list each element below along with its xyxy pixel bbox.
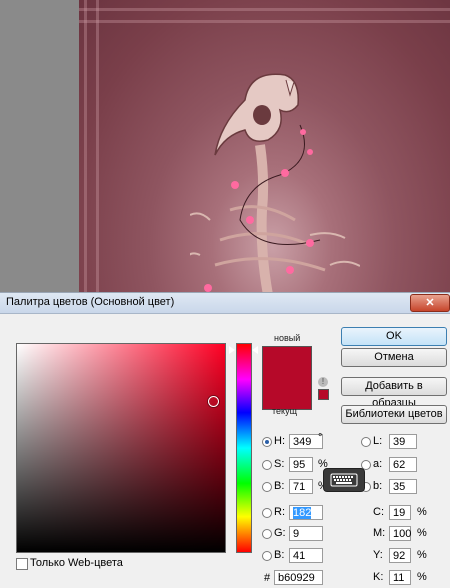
s-field[interactable]: 95 <box>289 457 313 472</box>
radio-g[interactable] <box>262 529 272 539</box>
y-field[interactable]: 92 <box>389 548 411 563</box>
radio-h[interactable] <box>262 437 272 447</box>
unit-y: % <box>417 549 427 561</box>
m-field[interactable]: 100 <box>389 526 411 541</box>
frame-line-left <box>84 0 87 300</box>
label-y: Y: <box>373 549 383 561</box>
label-blue: B: <box>274 549 285 561</box>
blue-field[interactable]: 41 <box>289 548 323 563</box>
hex-label: # <box>264 572 271 584</box>
hue-slider[interactable] <box>236 343 252 553</box>
radio-s[interactable] <box>262 460 272 470</box>
saturation-brightness-field[interactable] <box>16 343 226 553</box>
frame-line-left-inner <box>96 0 99 300</box>
close-button[interactable]: ✕ <box>410 294 450 312</box>
cancel-button[interactable]: Отмена <box>341 348 447 367</box>
unit-m: % <box>417 527 427 539</box>
hue-slider-right-arrow-icon[interactable] <box>252 346 258 354</box>
r-field[interactable]: 182 <box>289 505 323 520</box>
color-libraries-button[interactable]: Библиотеки цветов <box>341 405 447 424</box>
brightness-field[interactable]: 71 <box>289 479 313 494</box>
dialog-titlebar[interactable]: Палитра цветов (Основной цвет) ✕ <box>0 293 450 314</box>
unit-h: ° <box>318 432 323 444</box>
gamut-swatch[interactable] <box>318 389 329 400</box>
label-r: R: <box>274 506 285 518</box>
current-color-label: текущ <box>272 406 297 416</box>
color-swatch[interactable] <box>262 346 312 410</box>
label-lab-b: b: <box>373 480 383 492</box>
close-icon: ✕ <box>425 297 435 309</box>
label-g: G: <box>274 527 286 539</box>
lab-b-field[interactable]: 35 <box>389 479 417 494</box>
label-s: S: <box>274 458 285 470</box>
web-colors-only-checkbox[interactable] <box>16 558 28 570</box>
hex-field[interactable]: b60929 <box>274 570 323 585</box>
label-h: H: <box>274 435 285 447</box>
picker-cursor[interactable] <box>208 396 219 407</box>
ok-button[interactable]: OK <box>341 327 447 346</box>
unit-c: % <box>417 506 427 518</box>
label-l: L: <box>373 435 383 447</box>
web-colors-only-label: Только Web-цвета <box>30 557 123 569</box>
radio-b[interactable] <box>262 482 272 492</box>
radio-r[interactable] <box>262 508 272 518</box>
add-to-swatches-button[interactable]: Добавить в образцы <box>341 377 447 409</box>
new-color-label: новый <box>274 333 301 343</box>
radio-blue[interactable] <box>262 551 272 561</box>
label-a: a: <box>373 458 383 470</box>
hue-slider-left-arrow-icon[interactable] <box>229 346 235 354</box>
label-k: K: <box>373 571 384 583</box>
artwork-creature <box>190 73 360 295</box>
keyboard-icon[interactable] <box>323 468 365 492</box>
dialog-title: Палитра цветов (Основной цвет) <box>6 296 175 308</box>
k-field[interactable]: 11 <box>389 570 411 585</box>
out-of-gamut-warning-icon[interactable]: ! <box>318 377 328 387</box>
frame-line-top-inner <box>79 20 450 23</box>
r-field-value: 182 <box>293 507 312 519</box>
g-field[interactable]: 9 <box>289 526 323 541</box>
radio-l[interactable] <box>361 437 371 447</box>
c-field[interactable]: 19 <box>389 505 411 520</box>
a-field[interactable]: 62 <box>389 457 417 472</box>
label-c: C: <box>373 506 384 518</box>
unit-k: % <box>417 571 427 583</box>
label-b: B: <box>274 480 285 492</box>
label-m: M: <box>373 527 386 539</box>
l-field[interactable]: 39 <box>389 434 417 449</box>
frame-line-top <box>79 8 450 11</box>
